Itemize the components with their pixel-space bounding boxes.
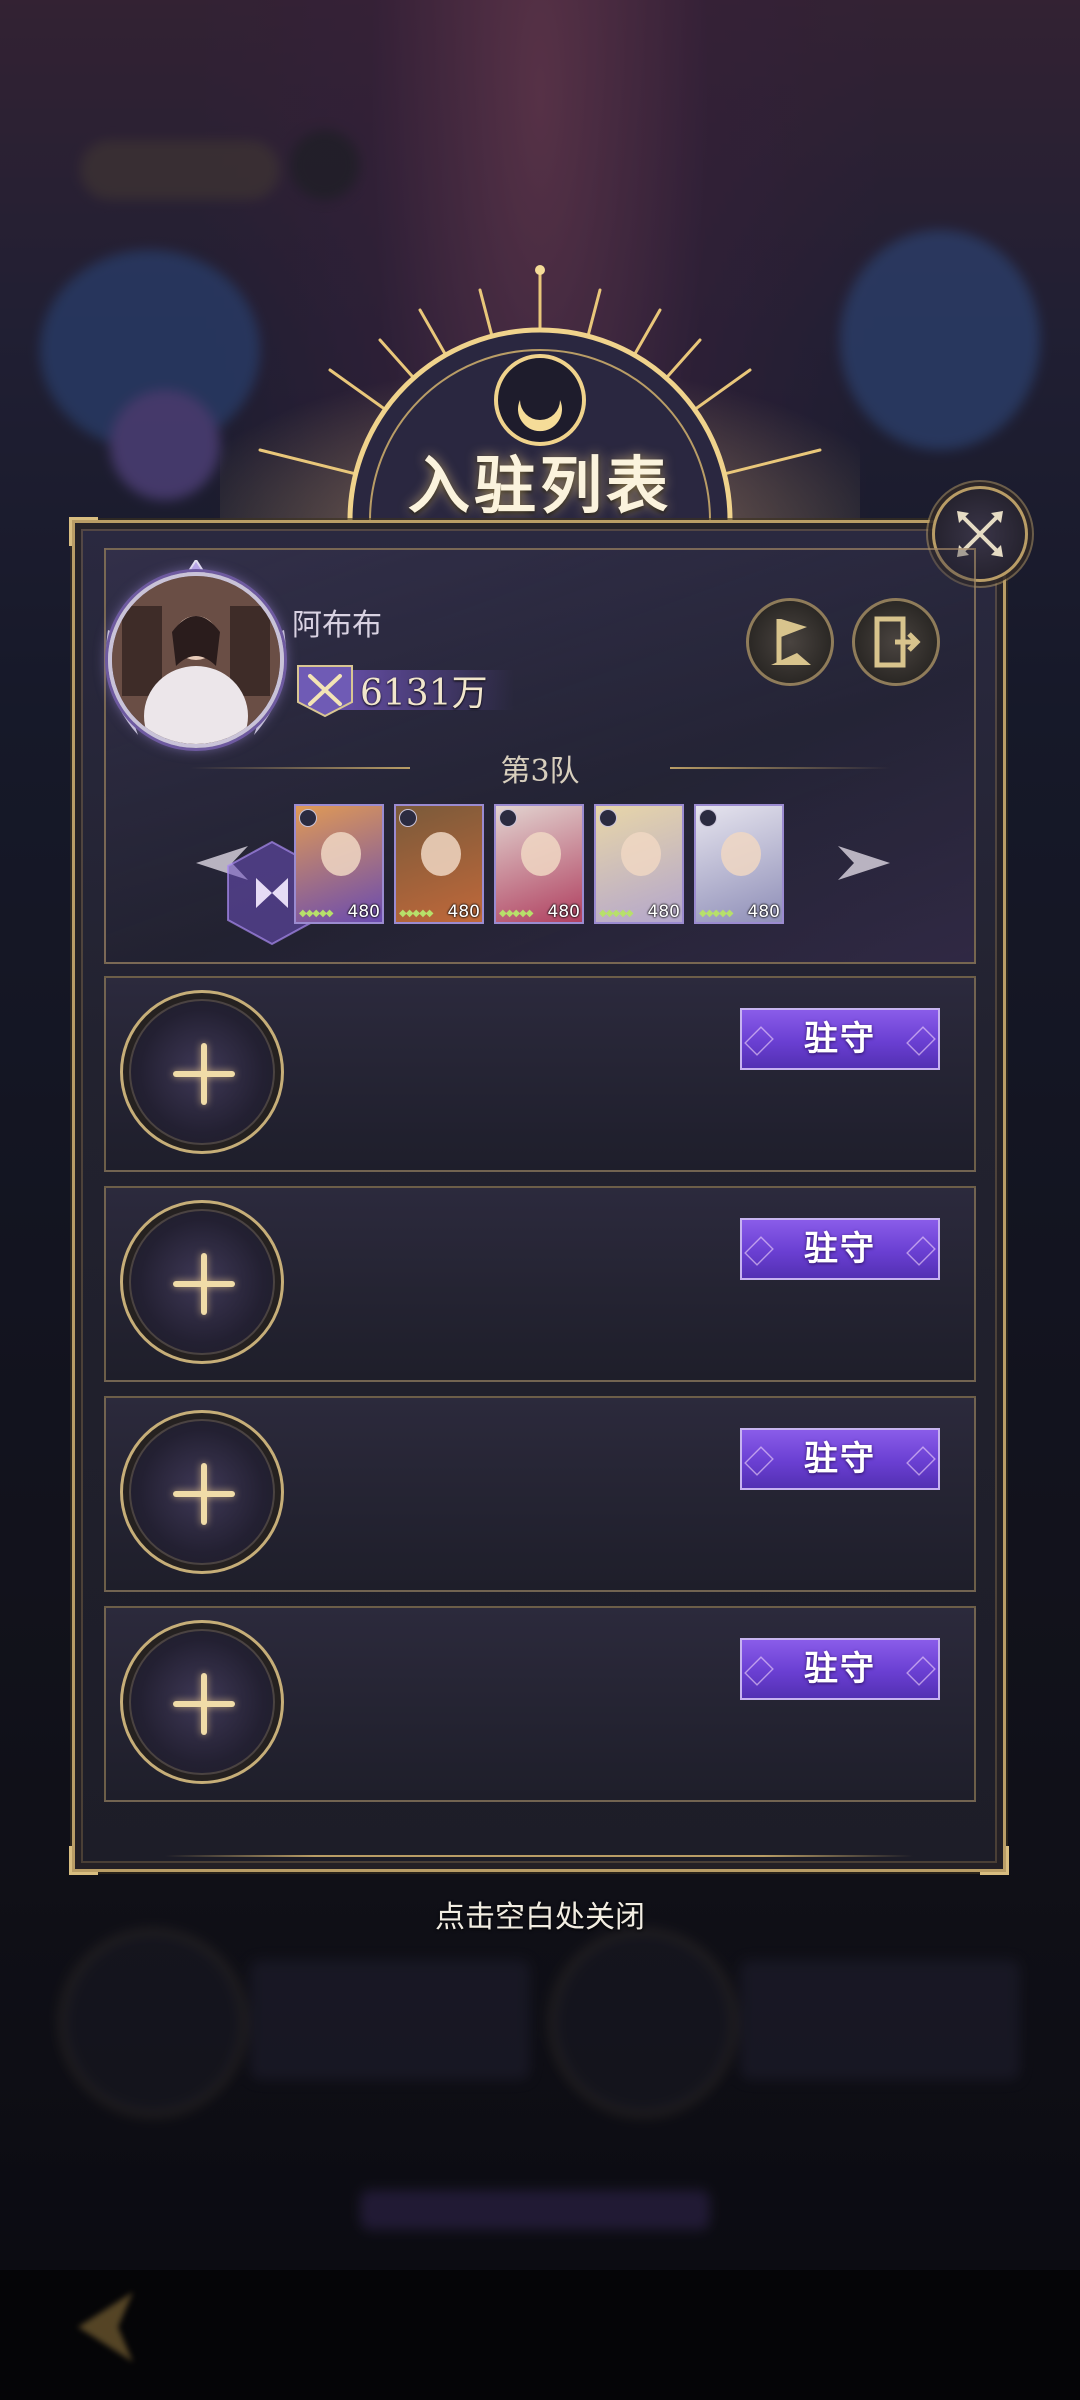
plus-icon — [173, 1071, 235, 1077]
garrison-button[interactable]: 驻守 — [740, 1008, 940, 1070]
garrison-button[interactable]: 驻守 — [740, 1638, 940, 1700]
plus-icon — [173, 1281, 235, 1287]
hero-portrait — [321, 832, 361, 876]
add-hero-button[interactable] — [120, 1200, 284, 1364]
star-rating-icon: ◆◆◆◆◆ — [499, 908, 533, 919]
flag-icon — [771, 619, 811, 665]
corner-ornament — [69, 1846, 98, 1875]
plus-icon — [173, 1491, 235, 1497]
flag-button[interactable] — [746, 598, 834, 686]
garrison-slot: 驻守 — [104, 1186, 976, 1382]
exit-button[interactable] — [852, 598, 940, 686]
team-label: 第3队 — [500, 754, 580, 789]
hero-card[interactable]: ◆◆◆◆◆ 480 — [294, 804, 384, 924]
garrison-slot: 驻守 — [104, 1606, 976, 1802]
title-ornament: 入驻列表 — [220, 250, 860, 540]
hero-level: 480 — [447, 902, 480, 922]
star-rating-icon: ◆◆◆◆◆ — [399, 908, 433, 919]
hero-card[interactable]: ◆◆◆◆◆ 480 — [394, 804, 484, 924]
mind-class-icon — [699, 809, 717, 827]
earth-class-icon — [299, 809, 317, 827]
hero-portrait — [521, 832, 561, 876]
garrison-button[interactable]: 驻守 — [740, 1428, 940, 1490]
page-title: 入驻列表 — [407, 449, 672, 522]
garrison-slot: 驻守 — [104, 976, 976, 1172]
hero-portrait — [721, 832, 761, 876]
hero-card[interactable]: ◆◆◆◆◆ 480 — [494, 804, 584, 924]
heart-class-icon — [499, 809, 517, 827]
star-rating-icon: ◆◆◆◆◆ — [699, 908, 733, 919]
mind-class-icon — [599, 809, 617, 827]
combat-power-value: 6131万 — [360, 673, 488, 714]
arrow-right-icon[interactable] — [830, 838, 894, 888]
add-hero-button[interactable] — [120, 1620, 284, 1784]
star-rating-icon: ◆◆◆◆◆ — [599, 908, 633, 919]
panel-divider — [165, 1855, 913, 1857]
garrison-button[interactable]: 驻守 — [740, 1218, 940, 1280]
player-name: 阿布布 — [292, 608, 382, 643]
exit-door-icon — [874, 616, 921, 668]
corner-ornament — [69, 517, 98, 546]
bottom-bar — [0, 2270, 1080, 2400]
close-hint: 点击空白处关闭 — [435, 1900, 645, 1935]
portrait-icon — [112, 576, 280, 744]
hero-level: 480 — [347, 902, 380, 922]
back-arrow-icon — [78, 2292, 133, 2362]
add-hero-button[interactable] — [120, 1410, 284, 1574]
plus-icon — [173, 1701, 235, 1707]
hero-level: 480 — [747, 902, 780, 922]
hero-level: 480 — [547, 902, 580, 922]
heart-class-icon — [399, 809, 417, 827]
hero-card[interactable]: ◆◆◆◆◆ 480 — [694, 804, 784, 924]
hero-level: 480 — [647, 902, 680, 922]
player-avatar[interactable] — [108, 572, 284, 748]
hero-portrait — [621, 832, 661, 876]
add-hero-button[interactable] — [120, 990, 284, 1154]
garrison-slot: 驻守 — [104, 1396, 976, 1592]
star-rating-icon: ◆◆◆◆◆ — [299, 908, 333, 919]
hero-card[interactable]: ◆◆◆◆◆ 480 — [594, 804, 684, 924]
corner-ornament — [980, 1846, 1009, 1875]
hero-portrait — [421, 832, 461, 876]
